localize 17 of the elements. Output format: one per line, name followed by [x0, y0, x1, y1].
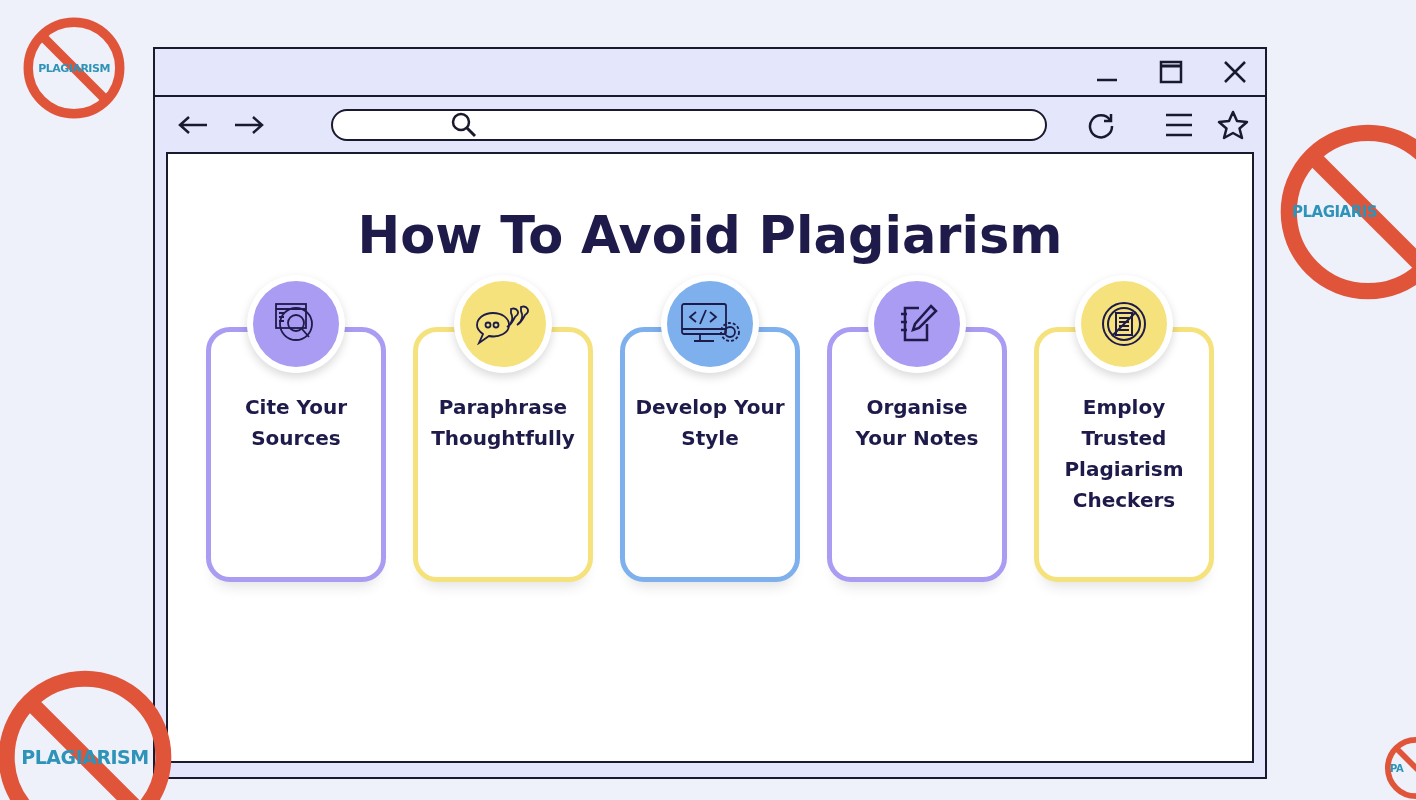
- back-arrow-icon[interactable]: [177, 114, 209, 135]
- close-icon[interactable]: [1223, 60, 1247, 84]
- card-title: Cite Your Sources: [243, 394, 349, 452]
- sticker-text: PA: [1390, 762, 1404, 774]
- card-title: Develop Your Style: [634, 394, 786, 452]
- page-heading: How To Avoid Plagiarism: [357, 206, 1063, 265]
- menu-icon[interactable]: [1165, 112, 1193, 137]
- card-title: Paraphrase Thoughtfully: [430, 394, 576, 452]
- address-bar[interactable]: [331, 108, 1047, 141]
- card-title: Employ Trusted Plagiarism Checkers: [1063, 394, 1185, 514]
- speech-quote-icon: [475, 303, 531, 345]
- search-icon: [451, 111, 477, 138]
- star-icon[interactable]: [1217, 109, 1249, 140]
- maximize-icon[interactable]: [1159, 60, 1183, 84]
- card-title: Organise Your Notes: [854, 394, 980, 452]
- forward-arrow-icon[interactable]: [233, 114, 265, 135]
- no-document-icon: [1100, 300, 1148, 348]
